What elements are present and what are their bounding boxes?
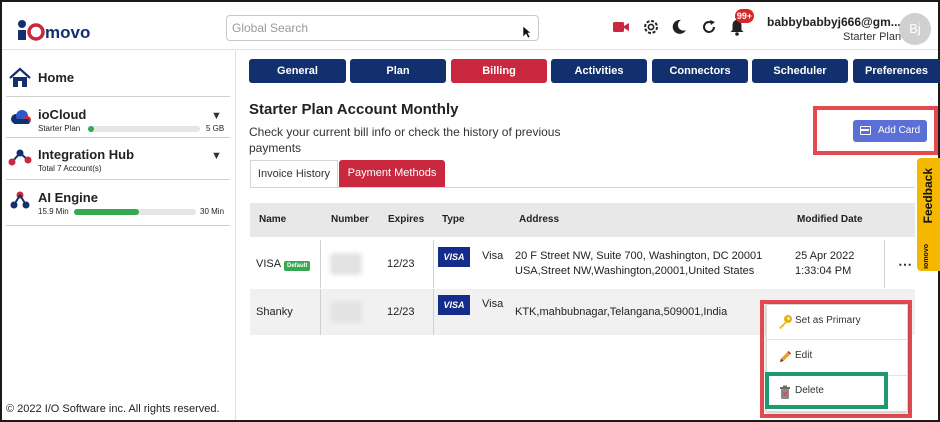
avatar[interactable]: Bj <box>899 13 931 45</box>
video-camera-icon[interactable] <box>612 18 630 36</box>
user-plan: Starter Plan <box>843 31 902 43</box>
add-card-button[interactable]: Add Card <box>853 120 927 142</box>
column-divider <box>433 240 434 288</box>
more-actions-icon[interactable]: ⋯ <box>898 256 912 273</box>
feedback-tab[interactable]: Feedback iomovo <box>917 158 940 271</box>
chevron-down-icon[interactable]: ▼ <box>211 150 222 162</box>
sidebar-item-integration-hub[interactable]: Integration Hub Total 7 Account(s) ▼ <box>6 146 232 186</box>
header-modified-date: Modified Date <box>797 214 863 225</box>
mouse-cursor-icon <box>522 25 532 39</box>
card-number-redacted <box>330 301 362 323</box>
modified-date: 25 Apr 2022 <box>795 250 855 262</box>
address-line-1: KTK,mahbubnagar,Telangana,509001,India <box>515 306 728 318</box>
divider <box>250 187 915 188</box>
tab-preferences[interactable]: Preferences <box>853 59 940 83</box>
card-name: Shanky <box>256 306 293 318</box>
tab-invoice-history[interactable]: Invoice History <box>250 160 338 187</box>
visa-logo: VISA <box>438 247 470 267</box>
key-icon <box>779 315 792 329</box>
add-card-label: Add Card <box>878 125 921 136</box>
settings-tabs: General Plan Billing Activities Connecto… <box>249 59 940 83</box>
tab-plan[interactable]: Plan <box>350 59 446 83</box>
cloud-icon <box>11 110 31 124</box>
card-type: Visa <box>482 250 504 262</box>
credit-card-icon <box>860 126 871 135</box>
modified-time: 1:33:04 PM <box>795 265 852 277</box>
integration-hub-accounts: Total 7 Account(s) <box>38 164 102 173</box>
tab-billing[interactable]: Billing <box>451 59 547 83</box>
user-email[interactable]: babbybabbyj666@gm... <box>767 15 901 29</box>
iocloud-storage-bar <box>88 126 200 132</box>
set-as-primary-option[interactable]: Set as Primary <box>767 305 907 339</box>
divider <box>6 225 230 226</box>
ai-engine-usage-fill <box>74 209 139 215</box>
card-expires: 12/23 <box>387 258 415 270</box>
ai-engine-limit: 30 Min <box>200 207 225 216</box>
sidebar-item-ai-engine[interactable]: AI Engine 15.9 Min 30 Min <box>6 189 232 229</box>
divider <box>6 137 230 138</box>
svg-text:movo: movo <box>45 23 90 42</box>
home-label: Home <box>38 70 75 85</box>
default-badge: Default <box>284 261 311 271</box>
integration-hub-title: Integration Hub <box>38 147 135 162</box>
chevron-down-icon[interactable]: ▼ <box>211 110 222 122</box>
add-card-highlight: Add Card <box>813 106 938 155</box>
ai-engine-usage-bar <box>74 209 196 215</box>
iomovo-logo[interactable]: movo <box>16 14 116 42</box>
notification-badge: 99+ <box>735 9 754 23</box>
global-search[interactable] <box>226 15 539 41</box>
tab-scheduler[interactable]: Scheduler <box>752 59 848 83</box>
tab-connectors[interactable]: Connectors <box>652 59 748 83</box>
column-divider <box>884 240 885 288</box>
sidebar: Home ioCloud Starter Plan ▼ 5 GB Integra… <box>2 51 236 420</box>
card-expires: 12/23 <box>387 306 415 318</box>
column-divider <box>433 289 434 335</box>
card-number-redacted <box>330 253 362 275</box>
tab-general[interactable]: General <box>249 59 346 83</box>
set-as-primary-label: Set as Primary <box>795 315 861 326</box>
moon-icon[interactable] <box>670 18 688 36</box>
home-icon <box>9 67 31 87</box>
copyright-text: © 2022 I/O Software inc. All rights rese… <box>6 403 220 415</box>
header-address: Address <box>519 214 560 225</box>
integration-icon <box>8 149 32 166</box>
card-type: Visa <box>482 298 504 310</box>
card-name: VISA <box>256 258 282 270</box>
page-title: Starter Plan Account Monthly <box>249 101 459 118</box>
visa-logo: VISA <box>438 295 470 315</box>
search-input[interactable] <box>227 16 507 40</box>
pencil-icon <box>780 351 791 362</box>
divider <box>6 179 230 180</box>
edit-label: Edit <box>795 350 813 361</box>
column-divider <box>320 240 321 288</box>
header-expires: Expires <box>388 214 425 225</box>
ai-engine-used: 15.9 Min <box>38 207 69 216</box>
ai-engine-icon <box>10 191 30 209</box>
iocloud-title: ioCloud <box>38 107 87 122</box>
feedback-label: Feedback <box>921 168 935 224</box>
tab-payment-methods[interactable]: Payment Methods <box>339 160 445 187</box>
address-line-1: 20 F Street NW, Suite 700, Washington, D… <box>515 250 763 262</box>
iocloud-storage-fill <box>88 126 94 132</box>
refresh-icon[interactable] <box>700 18 718 36</box>
tab-activities[interactable]: Activities <box>551 59 647 83</box>
feedback-logo: iomovo <box>923 244 930 269</box>
sidebar-item-iocloud[interactable]: ioCloud Starter Plan ▼ 5 GB <box>6 106 232 146</box>
iocloud-storage-limit: 5 GB <box>206 124 225 133</box>
delete-option-highlight <box>765 372 888 409</box>
header-name: Name <box>259 214 287 225</box>
column-divider <box>320 289 321 335</box>
page-description: Check your current bill info or check th… <box>249 125 561 155</box>
divider <box>6 96 230 97</box>
ai-engine-title: AI Engine <box>38 190 98 205</box>
header-type: Type <box>442 214 465 225</box>
iocloud-plan: Starter Plan <box>38 124 81 133</box>
top-bar: movo 99+ babbybabbyj666@gm... Starter Pl… <box>2 2 938 50</box>
gear-icon[interactable] <box>642 18 660 36</box>
table-row[interactable]: VISA Default 12/23 VISA Visa 20 F Street… <box>250 240 915 288</box>
address-line-2: USA,Street NW,Washington,20001,United St… <box>515 265 755 277</box>
header-number: Number <box>331 214 369 225</box>
table-header: Name Number Expires Type Address Modifie… <box>250 203 915 237</box>
edit-option[interactable]: Edit <box>767 340 907 374</box>
